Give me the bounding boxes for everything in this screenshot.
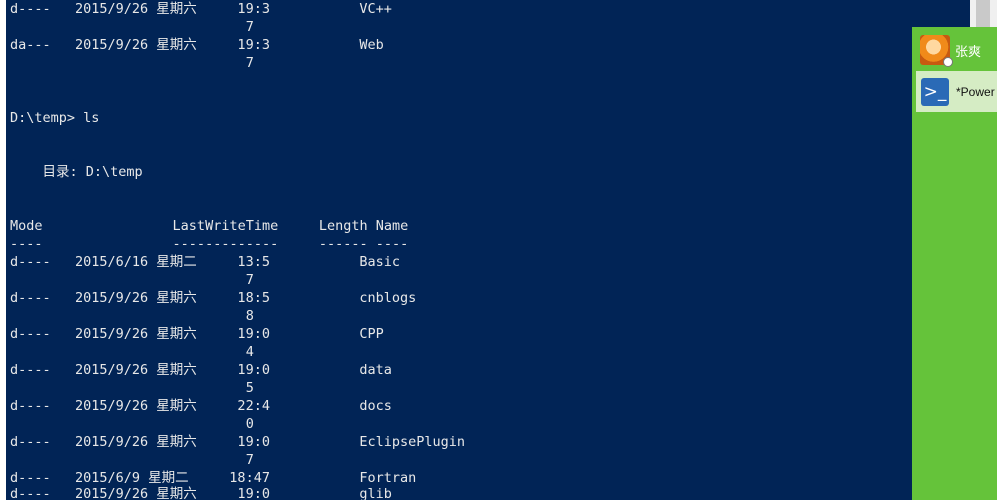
clock-status-icon: [943, 57, 953, 67]
console-line: 4: [10, 344, 254, 360]
console-line: d---- 2015/9/26 星期六 19:0 CPP: [10, 326, 384, 342]
column-separators: ---- ------------- ------ ----: [10, 236, 409, 252]
scrollbar-thumb[interactable]: [976, 0, 990, 30]
avatar: [920, 35, 953, 67]
console-line: da--- 2015/9/26 星期六 19:3 Web: [10, 37, 384, 53]
console-line: 7: [10, 272, 254, 288]
powershell-console[interactable]: d---- 2015/9/26 星期六 19:3 VC++ 7 da--- 20…: [0, 0, 970, 500]
console-line: 0: [10, 416, 254, 432]
side-tray: 张爽 >_ *Power: [912, 27, 997, 500]
console-line: 5: [10, 380, 254, 396]
column-headers: Mode LastWriteTime Length Name: [10, 218, 409, 234]
console-line: d---- 2015/9/26 星期六 19:0 glib: [10, 486, 392, 500]
taskbar-item-label: *Power: [956, 84, 995, 99]
console-line: 7: [10, 55, 254, 71]
taskbar-item-powershell[interactable]: >_ *Power: [916, 71, 997, 112]
console-prompt: D:\temp> ls: [10, 110, 100, 126]
console-line: d---- 2015/9/26 星期六 22:4 docs: [10, 398, 392, 414]
console-line: d---- 2015/6/16 星期二 13:5 Basic: [10, 254, 400, 270]
contact-item[interactable]: 张爽: [912, 33, 997, 67]
console-line: d---- 2015/9/26 星期六 19:0 EclipsePlugin: [10, 434, 466, 450]
contact-name: 张爽: [955, 43, 982, 59]
console-line: d---- 2015/9/26 星期六 19:0 data: [10, 362, 392, 378]
console-line: 7: [10, 19, 254, 35]
console-line: d---- 2015/9/26 星期六 19:3 VC++: [10, 1, 392, 17]
console-line: d---- 2015/9/26 星期六 18:5 cnblogs: [10, 290, 417, 306]
console-line: 8: [10, 308, 254, 324]
directory-header: 目录: D:\temp: [10, 164, 143, 180]
powershell-icon: >_: [921, 77, 949, 106]
console-line: 7: [10, 452, 254, 468]
window-left-edge: [0, 0, 6, 500]
